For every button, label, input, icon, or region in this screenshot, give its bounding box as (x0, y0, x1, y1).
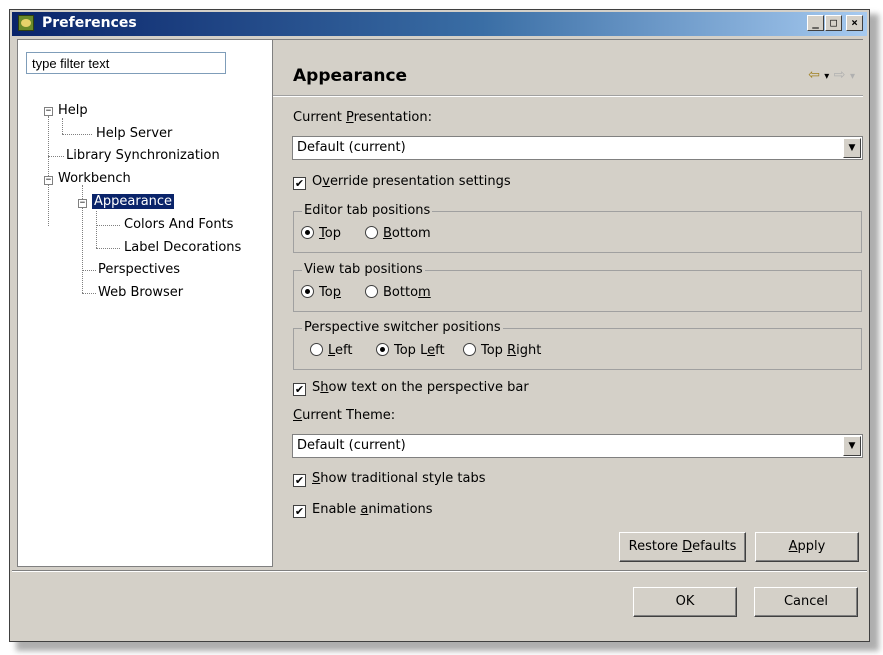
tree-line (96, 225, 120, 226)
tree-item-label-decorations[interactable]: Label Decorations (124, 240, 241, 255)
forward-arrow-icon[interactable]: ⇨ (834, 67, 846, 83)
tree-item-help-server[interactable]: Help Server (96, 126, 172, 141)
view-tab-top-radio[interactable]: Top (301, 285, 341, 300)
back-dropdown-icon[interactable]: ▾ (824, 71, 829, 82)
collapse-icon[interactable]: − (78, 199, 87, 208)
tree-item-label: Help Server (96, 126, 173, 141)
ok-button[interactable]: OK (633, 587, 737, 617)
tree-line (82, 293, 96, 294)
theme-select-value: Default (current) (297, 438, 406, 453)
override-presentation-checkbox[interactable]: ✔ Override presentation settings (293, 174, 511, 190)
tree-line (96, 248, 120, 249)
chevron-down-icon[interactable]: ▼ (843, 138, 861, 158)
group-title: Editor tab positions (302, 203, 433, 218)
tree-item-colors-and-fonts[interactable]: Colors And Fonts (124, 217, 233, 232)
editor-tab-bottom-radio[interactable]: Bottom (365, 226, 431, 241)
appearance-page: Appearance ⇦ ▾ ⇨ ▾ Current Presentation:… (273, 39, 863, 567)
close-button[interactable]: × (846, 15, 863, 31)
tree-line (48, 156, 64, 157)
title-separator (273, 95, 863, 97)
radio-unselected-icon[interactable] (310, 343, 323, 356)
enable-animations-checkbox[interactable]: ✔ Enable animations (293, 502, 433, 518)
tree-item-label: Colors And Fonts (124, 217, 234, 232)
history-navigation: ⇦ ▾ ⇨ ▾ (808, 67, 855, 83)
perspective-topleft-radio[interactable]: Top Left (376, 343, 445, 358)
tree-item-label: Web Browser (98, 285, 184, 300)
chevron-down-icon[interactable]: ▼ (843, 436, 861, 456)
editor-tab-positions-group: Editor tab positions Top Bottom (293, 203, 862, 253)
radio-selected-icon[interactable] (301, 226, 314, 239)
tree-item-library-synchronization[interactable]: Library Synchronization (66, 148, 220, 163)
preference-tree-pane: − Help Help Server Library Synchronizati… (17, 39, 273, 567)
tree-item-label: Library Synchronization (66, 148, 220, 163)
perspective-topright-radio[interactable]: Top Right (463, 343, 541, 358)
presentation-select[interactable]: Default (current) ▼ (292, 136, 863, 160)
presentation-select-value: Default (current) (297, 140, 406, 155)
tree-line (96, 208, 97, 248)
eclipse-app-icon (18, 15, 34, 31)
editor-tab-top-radio[interactable]: Top (301, 226, 341, 241)
tree-item-label: Label Decorations (124, 240, 242, 255)
group-title: View tab positions (302, 262, 425, 277)
perspective-left-radio[interactable]: Left (310, 343, 352, 358)
title-bar[interactable]: Preferences _ □ × (12, 12, 867, 36)
tree-item-web-browser[interactable]: Web Browser (98, 285, 183, 300)
tree-item-appearance[interactable]: Appearance (90, 193, 176, 210)
cancel-button[interactable]: Cancel (754, 587, 858, 617)
page-title: Appearance (293, 66, 408, 86)
preferences-dialog: Preferences _ □ × − Help Help Server (9, 9, 870, 642)
radio-unselected-icon[interactable] (365, 285, 378, 298)
traditional-tabs-checkbox[interactable]: ✔ Show traditional style tabs (293, 471, 486, 487)
tree-item-perspectives[interactable]: Perspectives (98, 262, 180, 277)
current-presentation-label: Current Presentation: (293, 110, 433, 125)
restore-defaults-button[interactable]: Restore Defaults (619, 532, 746, 562)
radio-selected-icon[interactable] (376, 343, 389, 356)
current-theme-label: Current Theme: (293, 408, 396, 423)
tree-line (62, 134, 92, 135)
checkbox-checked-icon[interactable]: ✔ (293, 383, 306, 396)
radio-unselected-icon[interactable] (365, 226, 378, 239)
view-tab-positions-group: View tab positions Top Bottom (293, 262, 862, 312)
filter-input[interactable] (26, 52, 226, 74)
checkbox-checked-icon[interactable]: ✔ (293, 505, 306, 518)
theme-select[interactable]: Default (current) ▼ (292, 434, 863, 458)
collapse-icon[interactable]: − (44, 176, 53, 185)
tree-item-workbench[interactable]: Workbench (58, 171, 131, 186)
back-arrow-icon[interactable]: ⇦ (808, 67, 820, 83)
minimize-button[interactable]: _ (807, 15, 824, 31)
perspective-switcher-group: Perspective switcher positions Left Top … (293, 320, 862, 370)
group-title: Perspective switcher positions (302, 320, 503, 335)
radio-selected-icon[interactable] (301, 285, 314, 298)
tree-item-label: Appearance (90, 193, 176, 210)
checkbox-checked-icon[interactable]: ✔ (293, 177, 306, 190)
apply-button[interactable]: Apply (755, 532, 859, 562)
tree-item-label: Help (58, 103, 88, 118)
checkbox-checked-icon[interactable]: ✔ (293, 474, 306, 487)
maximize-button[interactable]: □ (825, 15, 842, 31)
forward-dropdown-icon[interactable]: ▾ (850, 71, 855, 82)
tree-item-help[interactable]: Help (58, 103, 88, 118)
show-text-perspective-bar-checkbox[interactable]: ✔ Show text on the perspective bar (293, 380, 529, 396)
tree-line (62, 118, 63, 134)
tree-item-label: Perspectives (98, 262, 181, 277)
tree-item-label: Workbench (58, 171, 131, 186)
view-tab-bottom-radio[interactable]: Bottom (365, 285, 431, 300)
collapse-icon[interactable]: − (44, 107, 53, 116)
dialog-separator (12, 570, 867, 572)
tree-line (82, 270, 96, 271)
window-title: Preferences (42, 15, 137, 31)
tree-line (48, 116, 49, 226)
radio-unselected-icon[interactable] (463, 343, 476, 356)
